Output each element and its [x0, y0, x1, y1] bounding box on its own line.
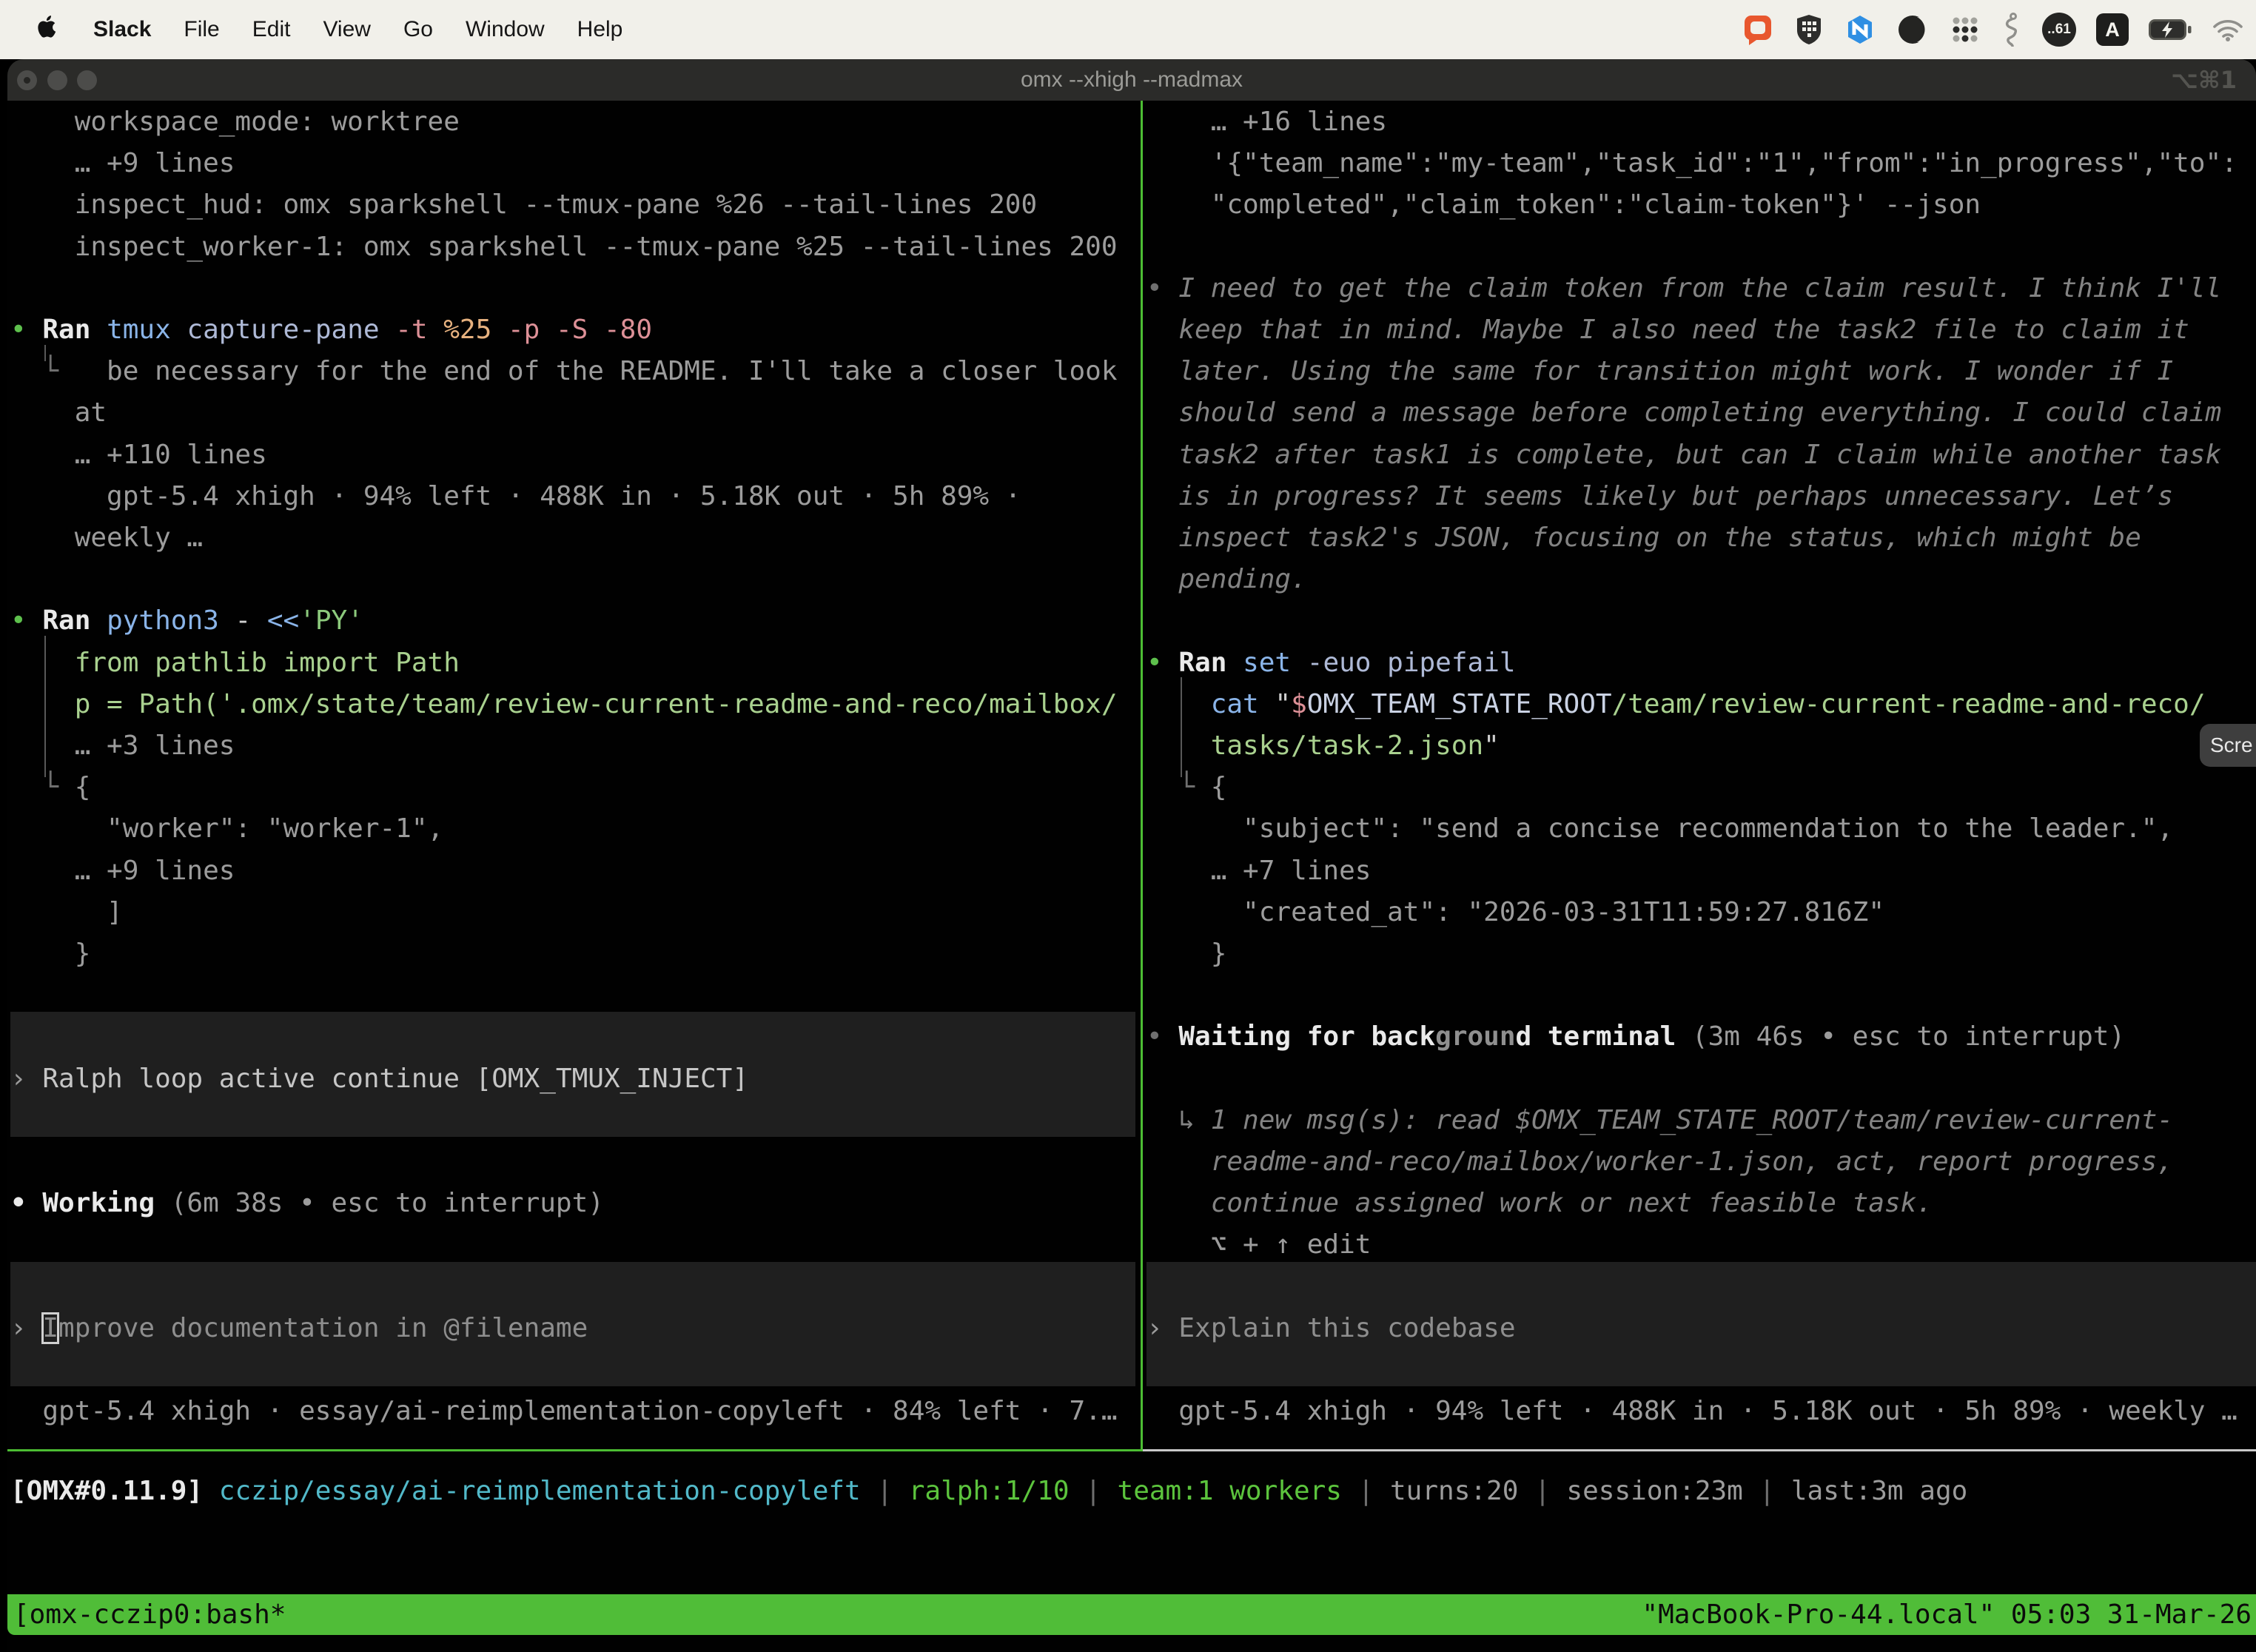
dots-grid-icon[interactable]: [1949, 13, 1981, 46]
terminal-line: • Ran tmux capture-pane -t %25 -p -S -80: [10, 309, 652, 352]
input-source-key[interactable]: A: [2096, 13, 2129, 46]
terminal-line: }: [10, 933, 90, 976]
text-cursor: I: [42, 1313, 58, 1343]
terminal-line: continue assigned work or next feasible …: [1147, 1183, 1933, 1225]
keypad-shield-icon[interactable]: [1794, 13, 1824, 46]
pane-bottom-border-active: [7, 1449, 1141, 1451]
window-shortcut-hint: ⌥⌘1: [2171, 59, 2237, 101]
terminal-line: ↳ 1 new msg(s): read $OMX_TEAM_STATE_ROO…: [1147, 1100, 2173, 1142]
terminal-line: › Explain this codebase: [1147, 1308, 1516, 1350]
terminal-line: p = Path('.omx/state/team/review-current…: [10, 684, 1118, 726]
terminal-line: └ be necessary for the end of the README…: [10, 351, 1118, 393]
terminal-window: omx --xhigh --madmax ⌥⌘1 workspace_mode:…: [7, 59, 2256, 1652]
title-bar[interactable]: omx --xhigh --madmax ⌥⌘1: [7, 59, 2256, 101]
pane-divider[interactable]: [1141, 101, 1143, 1451]
terminal-line: workspace_mode: worktree: [10, 101, 460, 144]
terminal-line: inspect_hud: omx sparkshell --tmux-pane …: [10, 184, 1037, 226]
terminal-line: inspect task2's JSON, focusing on the st…: [1147, 517, 2141, 560]
terminal-line: "completed","claim_token":"claim-token"}…: [1147, 184, 1981, 226]
battery-percent-badge[interactable]: ..61: [2042, 13, 2076, 47]
terminal-line: tasks/task-2.json": [1147, 725, 1500, 768]
terminal-line: }: [1147, 933, 1226, 976]
terminal-line: pending.: [1147, 559, 1307, 601]
menu-item-file[interactable]: File: [184, 17, 219, 42]
terminal-line: • Waiting for background terminal (3m 46…: [1147, 1016, 2125, 1058]
terminal-line: inspect_worker-1: omx sparkshell --tmux-…: [10, 226, 1118, 269]
terminal-line: • Ran python3 - <<'PY': [10, 600, 363, 642]
menu-item-window[interactable]: Window: [466, 17, 545, 42]
menu-bar: Slack File Edit View Go Window Help ..61…: [0, 0, 2256, 59]
moon-circle-icon[interactable]: [1896, 13, 1929, 46]
screen-sharing-overlay[interactable]: Scre: [2200, 724, 2256, 767]
tmux-session-label[interactable]: [omx-cczip0:bash*: [13, 1594, 286, 1635]
menu-bar-left: Slack File Edit View Go Window Help: [0, 13, 622, 47]
battery-icon[interactable]: [2149, 19, 2192, 40]
terminal-line: … +7 lines: [1147, 850, 1371, 893]
tmux-pane-right[interactable]: … +16 lines '{"team_name":"my-team","tas…: [1147, 101, 2256, 1449]
tmux-pane-left[interactable]: workspace_mode: worktree … +9 lines insp…: [10, 101, 1135, 1449]
terminal-line: … +3 lines: [10, 725, 235, 768]
squiggle-icon[interactable]: [2001, 13, 2022, 47]
messenger-icon[interactable]: [1844, 13, 1876, 46]
terminal-line: readme-and-reco/mailbox/worker-1.json, a…: [1147, 1141, 2173, 1183]
terminal-line: … +9 lines: [10, 143, 235, 185]
terminal-line: cat "$OMX_TEAM_STATE_ROOT/team/review-cu…: [1147, 684, 2206, 726]
menu-item-edit[interactable]: Edit: [252, 17, 291, 42]
terminal-line: is in progress? It seems likely but perh…: [1147, 476, 2173, 518]
menu-item-help[interactable]: Help: [577, 17, 623, 42]
terminal-line: should send a message before completing …: [1147, 392, 2221, 434]
terminal-line: "worker": "worker-1",: [10, 808, 443, 850]
terminal-line: gpt-5.4 xhigh · 94% left · 488K in · 5.1…: [1147, 1391, 2237, 1433]
terminal-line: › Improve documentation in @filename: [10, 1308, 588, 1350]
terminal-line: keep that in mind. Maybe I also need the…: [1147, 309, 2189, 352]
apple-menu-icon[interactable]: [33, 13, 61, 47]
terminal-line: "created_at": "2026-03-31T11:59:27.816Z": [1147, 892, 1884, 934]
pane-bottom-border-inactive: [1143, 1449, 2256, 1451]
menu-item-go[interactable]: Go: [403, 17, 433, 42]
terminal-line: '{"team_name":"my-team","task_id":"1","f…: [1147, 143, 2237, 185]
screen: Slack File Edit View Go Window Help ..61…: [0, 0, 2256, 1652]
terminal-line: … +16 lines: [1147, 101, 1387, 144]
menu-item-view[interactable]: View: [323, 17, 370, 42]
terminal-line: … +9 lines: [10, 850, 235, 893]
terminal-line: at: [10, 392, 107, 434]
terminal-line: • I need to get the claim token from the…: [1147, 268, 2221, 310]
terminal-line: weekly …: [10, 517, 203, 560]
omx-status-line: [OMX#0.11.9] cczip/essay/ai-reimplementa…: [10, 1471, 1967, 1513]
terminal-line: "subject": "send a concise recommendatio…: [1147, 808, 2173, 850]
terminal-line: from pathlib import Path: [10, 642, 460, 685]
tmux-status-bar: [omx-cczip0:bash* "MacBook-Pro-44.local"…: [7, 1594, 2256, 1635]
wifi-icon[interactable]: [2212, 18, 2244, 41]
terminal-line: task2 after task1 is complete, but can I…: [1147, 434, 2221, 477]
terminal-line: ⌥ + ↑ edit: [1147, 1224, 1371, 1266]
menu-item-slack[interactable]: Slack: [93, 17, 151, 42]
terminal-line: ]: [10, 892, 123, 934]
terminal-line: … +110 lines: [10, 434, 267, 477]
terminal-line: └ {: [10, 767, 90, 809]
terminal-line: › Ralph loop active continue [OMX_TMUX_I…: [10, 1058, 748, 1101]
terminal-line: gpt-5.4 xhigh · essay/ai-reimplementatio…: [10, 1391, 1118, 1433]
window-title: omx --xhigh --madmax: [7, 59, 2256, 101]
terminal-line: • Ran set -euo pipefail: [1147, 642, 1516, 685]
menu-bar-status-icons: ..61 A: [1742, 13, 2256, 47]
terminal-line: └ {: [1147, 767, 1226, 809]
terminal-line: gpt-5.4 xhigh · 94% left · 488K in · 5.1…: [10, 476, 1021, 518]
terminal-line: • Working (6m 38s • esc to interrupt): [10, 1183, 604, 1225]
screen-record-icon[interactable]: [1742, 13, 1774, 46]
terminal-line: later. Using the same for transition mig…: [1147, 351, 2173, 393]
tmux-host-time: "MacBook-Pro-44.local" 05:03 31-Mar-26: [1642, 1594, 2252, 1635]
